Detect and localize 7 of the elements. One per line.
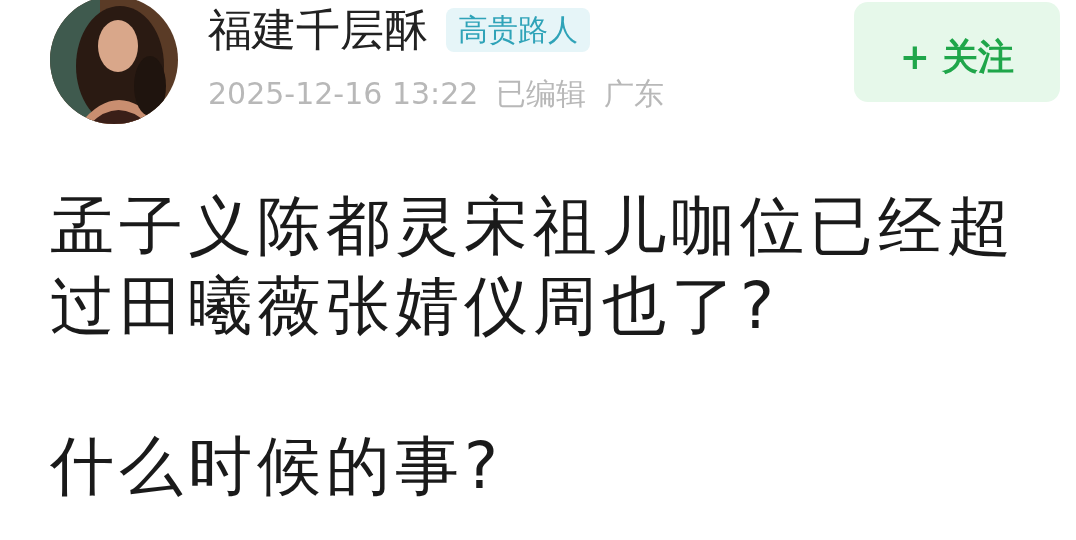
post-time: 2025-12-16 13:22	[208, 75, 479, 113]
username[interactable]: 福建千层酥	[208, 2, 428, 58]
edited-label: 已编辑	[496, 75, 587, 113]
user-badge: 高贵路人	[446, 8, 590, 52]
post-text: 什么时候的事?	[50, 428, 504, 505]
post-text: 孟子义陈都灵宋祖儿咖位已经超过田曦薇张婧仪周也了?	[50, 188, 1017, 345]
post-location: 广东	[604, 75, 665, 113]
